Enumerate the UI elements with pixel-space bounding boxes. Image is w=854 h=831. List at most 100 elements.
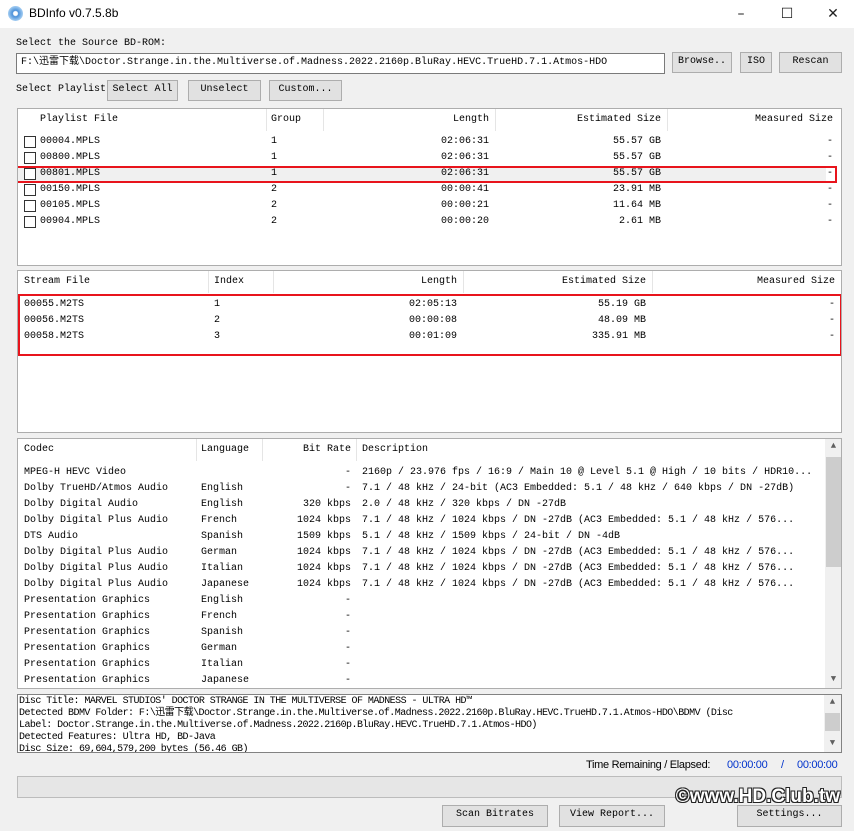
close-button[interactable]: ✕ <box>810 0 854 28</box>
cell-codec: Presentation Graphics <box>24 611 151 622</box>
cell-codec: Presentation Graphics <box>24 643 151 654</box>
source-path-input[interactable]: F:\迅雷下载\Doctor.Strange.in.the.Multiverse… <box>16 53 665 74</box>
cell-description: 7.1 / 48 kHz / 1024 kbps / DN -27dB (AC3… <box>362 579 795 590</box>
cell-description: 2.0 / 48 kHz / 320 kbps / DN -27dB <box>362 499 567 510</box>
maximize-button[interactable]: ☐ <box>764 0 810 28</box>
column-divider <box>495 109 496 131</box>
row-checkbox[interactable] <box>24 184 36 196</box>
column-header-index[interactable]: Index <box>214 271 244 293</box>
custom-button[interactable]: Custom... <box>269 80 342 101</box>
cell-language: English <box>201 499 244 510</box>
cell-codec: Dolby Digital Audio <box>24 499 139 510</box>
iso-button[interactable]: ISO <box>740 52 772 73</box>
cell-bit-rate: 320 kbps <box>302 499 351 510</box>
minimize-button[interactable]: – <box>718 0 764 28</box>
cell-group: 1 <box>271 152 278 163</box>
cell-language: Italian <box>201 563 244 574</box>
column-divider <box>208 271 209 293</box>
time-separator: / <box>781 759 784 771</box>
unselect-button[interactable]: Unselect <box>188 80 261 101</box>
rescan-button[interactable]: Rescan <box>779 52 842 73</box>
row-checkbox[interactable] <box>24 136 36 148</box>
cell-codec: Presentation Graphics <box>24 595 151 606</box>
scroll-down-arrow-icon[interactable]: ▼ <box>825 674 841 684</box>
column-divider <box>356 439 357 461</box>
settings-button[interactable]: Settings... <box>737 805 842 827</box>
report-textbox[interactable]: Disc Title: MARVEL STUDIOS' DOCTOR STRAN… <box>17 694 842 753</box>
cell-playlist-file: 00004.MPLS <box>40 136 101 147</box>
cell-bit-rate: - <box>344 483 351 494</box>
cell-codec: DTS Audio <box>24 531 79 542</box>
column-header-length[interactable]: Length <box>369 109 489 131</box>
report-line: Detected Features: Ultra HD, BD-Java <box>19 732 216 743</box>
cell-length: 00:00:41 <box>440 184 489 195</box>
scroll-up-arrow-icon[interactable]: ▲ <box>824 697 841 707</box>
column-header-playlist-file[interactable]: Playlist File <box>40 109 118 131</box>
highlighted-streams-box <box>18 294 841 356</box>
row-checkbox[interactable] <box>24 152 36 164</box>
codec-table[interactable]: Codec Language Bit Rate Description MPEG-H H… <box>17 438 842 689</box>
column-header-bit-rate[interactable]: Bit Rate <box>251 439 351 461</box>
cell-language: Italian <box>201 659 244 670</box>
cell-estimated-size: 11.64 MB <box>612 200 661 211</box>
column-header-stream-file[interactable]: Stream File <box>24 271 90 293</box>
column-header-group[interactable]: Group <box>271 109 301 131</box>
cell-group: 2 <box>271 216 278 227</box>
cell-language: English <box>201 595 244 606</box>
cell-bit-rate: - <box>344 643 351 654</box>
browse-button[interactable]: Browse.. <box>672 52 732 73</box>
cell-language: French <box>201 611 238 622</box>
cell-description: 2160p / 23.976 fps / 16:9 / Main 10 @ Le… <box>362 467 813 478</box>
cell-description: 5.1 / 48 kHz / 1509 kbps / 24-bit / DN -… <box>362 531 621 542</box>
cell-estimated-size: 55.57 GB <box>612 136 661 147</box>
cell-length: 02:06:31 <box>440 136 489 147</box>
cell-playlist-file: 00800.MPLS <box>40 152 101 163</box>
row-checkbox[interactable] <box>24 216 36 228</box>
cell-codec: Dolby Digital Plus Audio <box>24 515 169 526</box>
cell-language: French <box>201 515 238 526</box>
cell-bit-rate: 1024 kbps <box>296 579 351 590</box>
playlist-table[interactable]: Playlist File Group Length Estimated Size Me… <box>17 108 842 266</box>
scan-bitrates-button[interactable]: Scan Bitrates <box>442 805 548 827</box>
cell-playlist-file: 00904.MPLS <box>40 216 101 227</box>
select-all-button[interactable]: Select All <box>107 80 178 101</box>
row-checkbox[interactable] <box>24 200 36 212</box>
cell-length: 00:00:21 <box>440 200 489 211</box>
cell-estimated-size: 55.57 GB <box>612 152 661 163</box>
cell-codec: MPEG-H HEVC Video <box>24 467 127 478</box>
scrollbar-thumb[interactable] <box>825 713 840 731</box>
cell-description: 7.1 / 48 kHz / 1024 kbps / DN -27dB (AC3… <box>362 547 795 558</box>
column-header-codec[interactable]: Codec <box>24 439 54 461</box>
column-header-length[interactable]: Length <box>337 271 457 293</box>
cell-measured-size: - <box>826 136 833 147</box>
cell-codec: Dolby Digital Plus Audio <box>24 563 169 574</box>
cell-language: Japanese <box>201 675 250 686</box>
cell-description: 7.1 / 48 kHz / 1024 kbps / DN -27dB (AC3… <box>362 515 795 526</box>
cell-codec: Dolby Digital Plus Audio <box>24 579 169 590</box>
cell-bit-rate: 1509 kbps <box>296 531 351 542</box>
cell-measured-size: - <box>826 200 833 211</box>
time-label: Time Remaining / Elapsed: <box>586 759 711 771</box>
scroll-up-arrow-icon[interactable]: ▲ <box>825 441 841 451</box>
scrollbar-thumb[interactable] <box>826 457 841 567</box>
stream-table[interactable]: Stream File Index Length Estimated Size Meas… <box>17 270 842 433</box>
column-header-language[interactable]: Language <box>201 439 249 461</box>
cell-estimated-size: 23.91 MB <box>612 184 661 195</box>
scroll-down-arrow-icon[interactable]: ▼ <box>824 738 841 748</box>
cell-language: German <box>201 547 238 558</box>
column-header-measured-size[interactable]: Measured Size <box>715 271 835 293</box>
cell-language: Spanish <box>201 531 244 542</box>
column-header-estimated-size[interactable]: Estimated Size <box>526 271 646 293</box>
column-divider <box>323 109 324 131</box>
cell-bit-rate: - <box>344 659 351 670</box>
column-header-description[interactable]: Description <box>362 439 428 461</box>
time-remaining: 00:00:00 <box>727 759 768 771</box>
column-header-estimated-size[interactable]: Estimated Size <box>541 109 661 131</box>
view-report-button[interactable]: View Report... <box>559 805 665 827</box>
cell-bit-rate: - <box>344 595 351 606</box>
cell-measured-size: - <box>826 216 833 227</box>
column-header-measured-size[interactable]: Measured Size <box>713 109 833 131</box>
cell-codec: Presentation Graphics <box>24 659 151 670</box>
watermark: ©www.HD.Club.tw <box>675 786 840 807</box>
cell-bit-rate: 1024 kbps <box>296 547 351 558</box>
